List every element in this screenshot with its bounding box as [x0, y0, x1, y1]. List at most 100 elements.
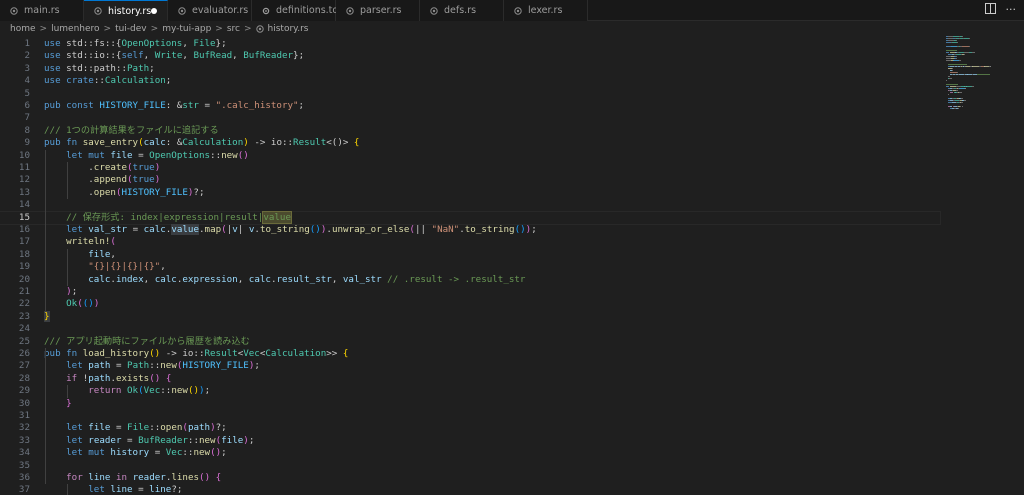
breadcrumb-item[interactable]: src: [227, 24, 240, 34]
code-line[interactable]: 35: [0, 460, 940, 472]
code-editor[interactable]: 1 use std::fs::{OpenOptions, File}; 2 use s…: [0, 36, 941, 495]
code-line[interactable]: 19 "{}|{}|{}|{}",: [0, 261, 940, 273]
code-token: ,: [182, 38, 194, 49]
code-line[interactable]: 4 use crate::Calculation;: [0, 75, 940, 87]
code-token: (): [210, 447, 222, 459]
code-token: value: [262, 210, 292, 224]
tab-history-rs[interactable]: history.rs: [84, 0, 168, 21]
code-token: -> io::: [160, 348, 205, 359]
line-number: 35: [18, 459, 30, 471]
code-token: =: [149, 447, 166, 459]
code-token: new: [171, 385, 188, 397]
tab-lexer-rs[interactable]: lexer.rs: [504, 0, 588, 21]
code-line[interactable]: 32 let file = File::open(path)?;: [0, 422, 940, 434]
code-line[interactable]: 5: [0, 88, 940, 100]
code-line[interactable]: 25 /// アプリ起動時にファイルから履歴を読み込む: [0, 336, 940, 348]
code-token: .: [44, 162, 94, 173]
code-line[interactable]: 22 Ok(()): [0, 298, 940, 310]
line-number: 24: [18, 323, 30, 335]
code-line[interactable]: 27 let path = Path::new(HISTORY_FILE);: [0, 360, 940, 372]
breadcrumb-item[interactable]: tui-dev: [115, 24, 147, 34]
tab-definitions-toml[interactable]: definitions.toml: [252, 0, 350, 21]
code-line[interactable]: 15 // 保存形式: index|expression|result|valu…: [0, 210, 941, 226]
code-line[interactable]: 21 );: [0, 286, 940, 298]
code-line[interactable]: 31: [0, 410, 940, 422]
code-token: HISTORY_FILE: [121, 186, 188, 198]
minimap-token: [964, 64, 967, 65]
code-token: =: [132, 149, 150, 161]
split-editor-icon[interactable]: [984, 3, 996, 14]
code-line[interactable]: 11 .create(true): [0, 162, 940, 174]
code-line[interactable]: 37 let line = line?;: [0, 484, 940, 495]
code-token: line: [149, 484, 172, 495]
code-token: ,: [143, 50, 155, 62]
code-token: : &: [165, 137, 183, 149]
minimap-token: [959, 60, 961, 61]
code-line[interactable]: 6 pub const HISTORY_FILE: &str = ".calc_h…: [0, 100, 940, 112]
code-text: use std::path::Path;: [44, 63, 155, 75]
code-token: ;: [298, 100, 305, 111]
breadcrumb-item[interactable]: history.rs: [268, 24, 309, 34]
code-line[interactable]: 26 pub fn load_history() -> io::Result<Ve…: [0, 348, 940, 360]
code-line[interactable]: 20 calc.index, calc.expression, calc.res…: [0, 274, 940, 286]
code-token: true: [132, 174, 155, 186]
line-number: 33: [18, 434, 30, 446]
code-token: use: [44, 62, 61, 74]
code-line[interactable]: 13 .open(HISTORY_FILE)?;: [0, 187, 940, 199]
code-line[interactable]: 30 }: [0, 398, 940, 410]
tab-defs-rs[interactable]: defs.rs: [420, 0, 504, 21]
code-token: value: [171, 224, 199, 235]
code-line[interactable]: 14: [0, 199, 940, 211]
code-line[interactable]: 18 file,: [0, 249, 940, 261]
code-token: BufReader: [243, 50, 294, 62]
code-line[interactable]: 23}: [0, 310, 940, 323]
minimap-token: [963, 54, 965, 55]
tab-bar: main.rs history.rs evaluator.rs definitions…: [0, 0, 1024, 21]
code-line[interactable]: 1 use std::fs::{OpenOptions, File};: [0, 38, 940, 50]
code-token: Result: [204, 348, 238, 359]
code-line[interactable]: 8 /// 1つの計算結果をファイルに追記する: [0, 125, 940, 137]
minimap-token: [957, 42, 958, 43]
line-number: 10: [18, 149, 30, 161]
minimap-token: [962, 102, 963, 103]
code-token: // .result -> .result_str: [387, 273, 526, 285]
code-token: Vec: [143, 385, 161, 397]
code-line[interactable]: 36 for line in reader.lines() {: [0, 472, 940, 484]
unsaved-dot-icon[interactable]: [151, 8, 157, 14]
code-token: path: [187, 422, 211, 434]
more-actions-icon[interactable]: ···: [1006, 3, 1017, 16]
code-token: ): [154, 174, 161, 186]
code-line[interactable]: 29 return Ok(Vec::new());: [0, 385, 940, 397]
code-line[interactable]: 24: [0, 323, 940, 335]
breadcrumb-item[interactable]: my-tui-app: [162, 24, 211, 34]
line-number: 11: [18, 162, 30, 173]
code-token: .: [44, 174, 94, 186]
code-line[interactable]: 34 let mut history = Vec::new();: [0, 447, 940, 459]
tab-main-rs[interactable]: main.rs: [0, 0, 84, 21]
code-line[interactable]: 9 pub fn save_entry(calc: &Calculation) -…: [0, 137, 940, 149]
code-token: Calculation: [265, 348, 327, 359]
minimap[interactable]: [946, 36, 1016, 109]
code-line[interactable]: 16 let val_str = calc.value.map(|v| v.to…: [0, 224, 940, 236]
code-line[interactable]: 28 if !path.exists() {: [0, 373, 940, 385]
code-text: use std::io::{self, Write, BufRead, BufR…: [44, 50, 304, 62]
code-line[interactable]: 3 use std::path::Path;: [0, 63, 940, 75]
code-token: >>: [326, 348, 343, 359]
tab-parser-rs[interactable]: parser.rs: [336, 0, 420, 21]
breadcrumb-item[interactable]: lumenhero: [51, 24, 99, 34]
code-line[interactable]: 2 use std::io::{self, Write, BufRead, Buf…: [0, 50, 940, 62]
vertical-scrollbar[interactable]: [1017, 36, 1024, 495]
code-line[interactable]: 17 writeln!(: [0, 236, 940, 248]
code-line[interactable]: 12 .append(true): [0, 174, 940, 186]
breadcrumb-item[interactable]: home: [10, 24, 36, 34]
code-line[interactable]: 7: [0, 112, 940, 124]
code-line[interactable]: 10 let mut file = OpenOptions::new(): [0, 150, 940, 162]
line-number: 19: [18, 261, 30, 273]
tab-evaluator-rs[interactable]: evaluator.rs: [168, 0, 252, 21]
breadcrumb-separator: >: [39, 23, 48, 34]
code-line[interactable]: 33 let reader = BufReader::new(file);: [0, 435, 940, 447]
minimap-token: [948, 64, 965, 65]
